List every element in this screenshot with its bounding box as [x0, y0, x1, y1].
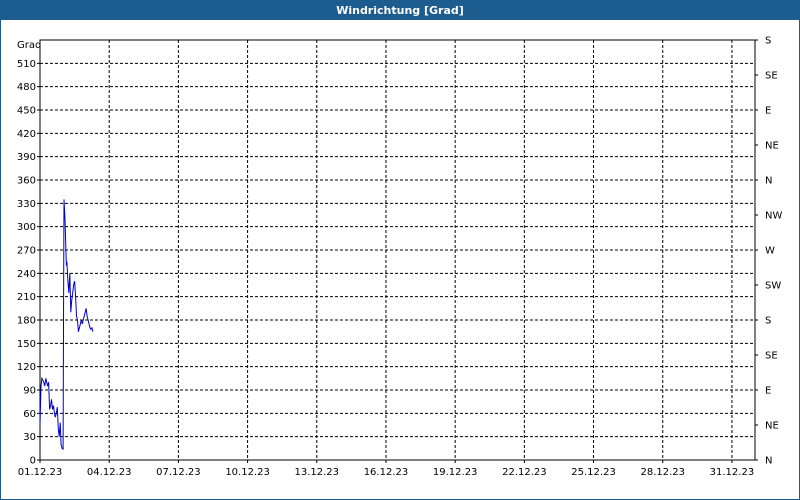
right-tick-label: S [765, 36, 771, 47]
x-tick-label: 04.12.23 [87, 467, 132, 478]
series-line [39, 199, 94, 451]
y-tick-label: 480 [17, 82, 36, 93]
y-tick-label: 120 [17, 362, 36, 373]
y-tick-label: 0 [30, 456, 36, 467]
x-tick-label: 01.12.23 [18, 467, 63, 478]
right-tick-label: NE [765, 421, 779, 432]
x-tick-label: 25.12.23 [571, 467, 616, 478]
y-tick-labels: 0 30 60 90 120 150 180 210 240 270 300 330 360 390 420… [17, 59, 36, 467]
x-tick-label: 19.12.23 [433, 467, 478, 478]
y-tick-label: 300 [17, 222, 36, 233]
y-tick-label: 510 [17, 59, 36, 70]
y-tick-label: 240 [17, 269, 36, 280]
right-tick-label: NW [765, 211, 782, 222]
right-axis-labels: N NE E SE S SW W NW N NE E SE S [765, 36, 782, 467]
right-tick-label: E [765, 386, 771, 397]
x-tick-labels: 01.12.23 04.12.23 07.12.23 10.12.23 13.12.23… [18, 467, 754, 478]
x-tick-label: 22.12.23 [502, 467, 547, 478]
y-tick-label: 420 [17, 129, 36, 140]
right-tick-label: S [765, 316, 771, 327]
right-tick-label: N [765, 176, 772, 187]
right-tick-label: SE [765, 351, 778, 362]
y-tick-label: 390 [17, 152, 36, 163]
y-tick-label: 60 [23, 409, 36, 420]
data-series [39, 199, 94, 451]
y-tick-label: 30 [23, 432, 36, 443]
right-tick-label: SE [765, 71, 778, 82]
x-tick-label: 28.12.23 [640, 467, 685, 478]
y-tick-label: 210 [17, 292, 36, 303]
right-tick-label: N [765, 456, 772, 467]
x-tick-label: 31.12.23 [710, 467, 755, 478]
x-tick-label: 10.12.23 [225, 467, 270, 478]
x-tick-label: 13.12.23 [295, 467, 340, 478]
right-tick-label: SW [765, 281, 781, 292]
y-tick-label: 450 [17, 106, 36, 117]
y-tick-label: 90 [23, 386, 36, 397]
right-tick-label: W [765, 246, 775, 257]
y-tick-label: 330 [17, 199, 36, 210]
chart-canvas: Grad 0 30 60 90 120 150 180 210 240 270 300 330 360 3… [17, 36, 783, 479]
y-tick-label: 150 [17, 339, 36, 350]
y-tick-label: 360 [17, 176, 36, 187]
y-tick-label: 180 [17, 316, 36, 327]
x-tick-label: 16.12.23 [364, 467, 409, 478]
x-tick-label: 07.12.23 [156, 467, 201, 478]
grid-lines [37, 39, 758, 463]
y-tick-label: 270 [17, 246, 36, 257]
y-axis-label: Grad [17, 40, 41, 51]
right-tick-label: E [765, 106, 771, 117]
right-tick-label: NE [765, 141, 779, 152]
